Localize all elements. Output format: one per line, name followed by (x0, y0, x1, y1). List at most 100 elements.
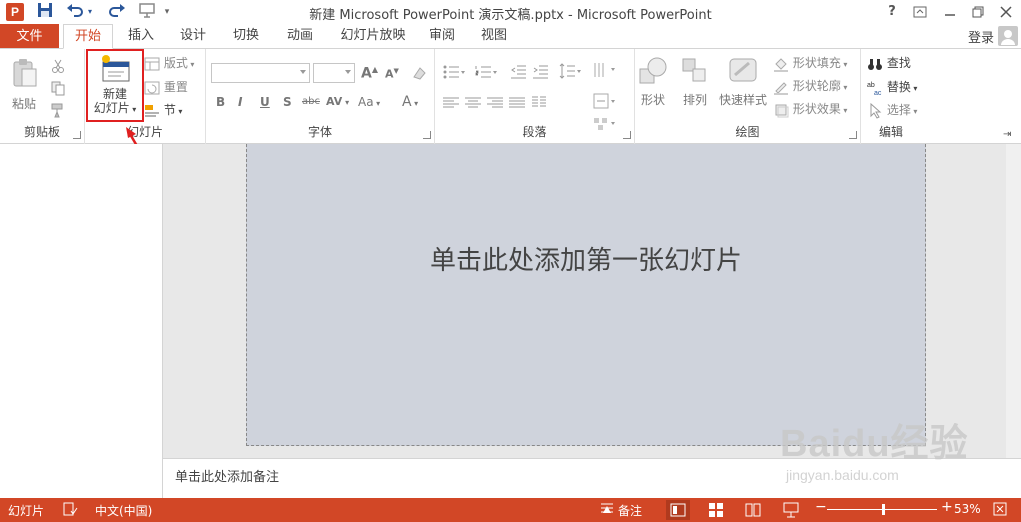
group-label-editing: 编辑 (878, 125, 903, 139)
arrange-button[interactable]: 排列 (679, 55, 711, 108)
increase-indent-icon[interactable] (533, 65, 549, 79)
columns-icon[interactable] (531, 95, 547, 111)
reading-view-icon[interactable] (741, 500, 765, 520)
align-text-icon[interactable] (593, 93, 615, 111)
slide-sorter-view-icon[interactable] (704, 500, 728, 520)
close-icon[interactable] (992, 0, 1020, 24)
tab-file[interactable]: 文件 (0, 24, 59, 49)
bold-button[interactable]: B (216, 95, 225, 109)
format-painter-icon (51, 103, 63, 117)
copy-button[interactable] (50, 77, 66, 97)
layout-button[interactable]: 版式 ▾ (144, 53, 194, 73)
ribbon-display-options-icon[interactable] (906, 0, 934, 24)
copy-icon (51, 81, 65, 95)
font-size-combo[interactable] (313, 63, 355, 83)
title-placeholder[interactable]: 单击此处添加第一张幻灯片 (247, 240, 925, 277)
slide-thumbnail-pane[interactable] (0, 144, 163, 498)
font-name-combo[interactable] (211, 63, 310, 83)
text-direction-icon[interactable] (593, 61, 615, 81)
notes-toggle-icon[interactable] (600, 501, 614, 518)
tab-home[interactable]: 开始 (63, 24, 113, 49)
paste-button[interactable]: 粘贴 (6, 57, 42, 112)
character-spacing-button[interactable]: AV ▾ (326, 95, 349, 108)
line-spacing-icon[interactable] (559, 63, 581, 79)
text-shadow-button[interactable]: S (283, 95, 292, 109)
align-left-icon[interactable] (443, 97, 459, 109)
shrink-font-button[interactable]: A▼ (385, 67, 399, 81)
zoom-out-icon[interactable]: − (815, 499, 827, 515)
find-label: 查找 (886, 56, 911, 70)
align-right-icon[interactable] (487, 97, 503, 109)
svg-text:ab: ab (867, 82, 875, 89)
bullets-icon[interactable] (443, 65, 465, 79)
replace-icon: abac (867, 82, 882, 96)
user-avatar[interactable] (998, 26, 1018, 46)
tab-slideshow[interactable]: 幻灯片放映 (333, 24, 413, 49)
group-label-drawing: 绘图 (735, 125, 760, 139)
vertical-scrollbar[interactable] (1006, 144, 1021, 458)
arrange-label: 排列 (682, 93, 707, 107)
spelling-check-icon[interactable] (62, 501, 78, 520)
notes-placeholder[interactable]: 单击此处添加备注 (175, 466, 279, 485)
tab-view[interactable]: 视图 (473, 24, 515, 49)
replace-button[interactable]: ab ac 替换 ▾ (867, 77, 917, 97)
shape-effects-button[interactable]: 形状效果 ▾ (773, 99, 847, 119)
sign-in-link[interactable]: 登录 (968, 27, 994, 46)
layout-label: 版式 (163, 56, 188, 70)
drawing-launcher-icon[interactable] (849, 131, 857, 139)
normal-view-icon[interactable] (666, 500, 690, 520)
pin-ribbon-icon[interactable]: ⇥ (1003, 129, 1011, 140)
tab-design[interactable]: 设计 (172, 24, 214, 49)
justify-icon[interactable] (509, 97, 525, 109)
help-button[interactable]: ? (878, 0, 906, 24)
restore-icon[interactable] (964, 0, 992, 24)
quick-styles-icon (727, 55, 759, 87)
tab-review[interactable]: 审阅 (421, 24, 463, 49)
shapes-label: 形状 (640, 93, 665, 107)
section-button[interactable]: 节 ▾ (144, 100, 182, 120)
numbering-icon[interactable] (475, 65, 497, 79)
align-center-icon[interactable] (465, 97, 481, 109)
clear-formatting-icon[interactable] (411, 65, 427, 84)
tab-insert[interactable]: 插入 (120, 24, 162, 49)
zoom-level[interactable]: 53% (954, 502, 981, 516)
title-bar: P ▾ ▾ 新建 Microsoft PowerPoint 演示文稿.pptx … (0, 0, 1021, 24)
decrease-indent-icon[interactable] (511, 65, 527, 79)
shapes-button[interactable]: 形状 (637, 55, 669, 108)
shape-fill-button[interactable]: 形状填充 ▾ (773, 53, 847, 73)
zoom-slider[interactable] (827, 504, 937, 515)
group-clipboard: 粘贴 剪贴板 (0, 49, 85, 144)
paragraph-launcher-icon[interactable] (623, 131, 631, 139)
zoom-slider-thumb[interactable] (881, 504, 885, 515)
notes-toggle-label[interactable]: 备注 (618, 502, 642, 519)
italic-button[interactable]: I (238, 95, 242, 109)
font-color-button[interactable]: A ▾ (402, 94, 418, 110)
change-case-button[interactable]: Aa ▾ (358, 95, 380, 109)
select-button[interactable]: 选择 ▾ (867, 100, 917, 120)
clipboard-launcher-icon[interactable] (73, 131, 81, 139)
zoom-in-icon[interactable]: + (941, 499, 953, 515)
group-editing: 查找 ab ac 替换 ▾ 选择 ▾ 编辑 ⇥ (861, 49, 1021, 144)
underline-button[interactable]: U (260, 95, 270, 109)
quick-styles-button[interactable]: 快速样式 (717, 55, 769, 108)
slide-canvas[interactable]: 单击此处添加第一张幻灯片 (246, 144, 926, 446)
group-font: A▲ A▼ B I U S abc AV ▾ Aa ▾ A ▾ 字体 (206, 49, 435, 144)
language-indicator[interactable]: 中文(中国) (95, 502, 152, 519)
slide-indicator: 幻灯片 (8, 504, 45, 518)
strikethrough-button[interactable]: abc (302, 96, 320, 107)
tab-animations[interactable]: 动画 (279, 24, 321, 49)
minimize-icon[interactable] (936, 0, 964, 24)
shape-outline-button[interactable]: 形状轮廓 ▾ (773, 76, 847, 96)
format-painter-button[interactable] (50, 99, 66, 119)
tab-transitions[interactable]: 切换 (225, 24, 267, 49)
slideshow-view-icon[interactable] (779, 500, 803, 520)
select-label: 选择 (886, 103, 911, 117)
cut-button[interactable] (50, 55, 66, 75)
cut-icon (52, 59, 64, 73)
font-size-dropdown-icon (345, 70, 351, 74)
font-launcher-icon[interactable] (423, 131, 431, 139)
fit-to-window-icon[interactable] (992, 501, 1008, 520)
reset-button[interactable]: 重置 (144, 77, 188, 97)
find-button[interactable]: 查找 (867, 53, 911, 73)
grow-font-button[interactable]: A▲ (361, 65, 378, 82)
